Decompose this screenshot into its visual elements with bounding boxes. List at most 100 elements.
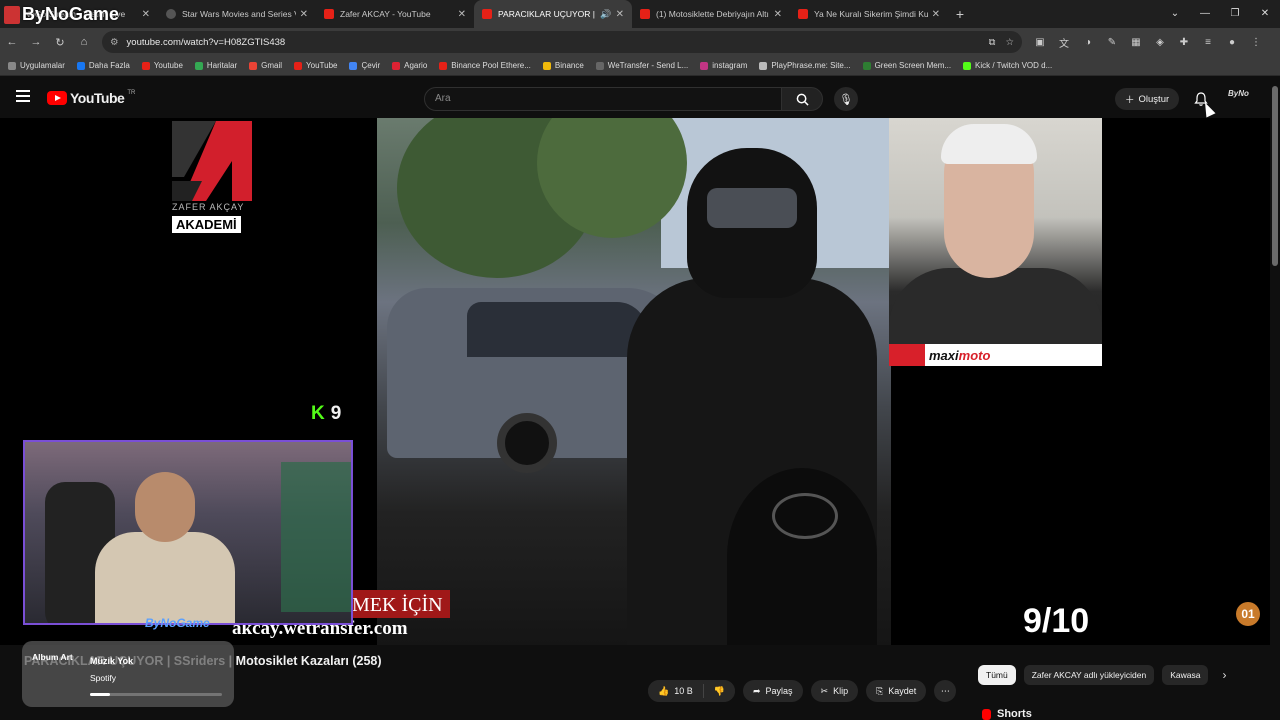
- bookmark-label: Daha Fazla: [88, 61, 130, 70]
- browser-tab[interactable]: Zafer AKCAY - YouTube ✕: [316, 0, 474, 28]
- bookmark-item[interactable]: PlayPhrase.me: Site...: [759, 61, 851, 70]
- clip-button[interactable]: ✂ Klip: [810, 680, 859, 702]
- save-button[interactable]: ⎘ Kaydet: [866, 680, 927, 702]
- tab-search-icon[interactable]: ⌄: [1160, 0, 1190, 28]
- search-button[interactable]: [781, 87, 823, 111]
- channel-watermark[interactable]: 01: [1236, 602, 1260, 626]
- close-window-icon[interactable]: ✕: [1250, 0, 1280, 28]
- track-progress: [90, 693, 222, 696]
- url-field[interactable]: ⚙ youtube.com/watch?v=H08ZGTIS438 ⧉ ☆: [102, 31, 1022, 53]
- more-actions-button[interactable]: ⋯: [934, 680, 957, 702]
- media-icon[interactable]: ≡: [1198, 33, 1218, 51]
- youtube-favicon-icon: [482, 9, 492, 19]
- browser-tab[interactable]: PARACIKLAR UÇUYOR | SSr 🔊 ✕: [474, 0, 632, 28]
- tab-title: PARACIKLAR UÇUYOR | SSr: [498, 9, 596, 19]
- site-info-icon[interactable]: ⚙: [110, 37, 119, 48]
- chevron-right-icon[interactable]: ›: [1216, 668, 1232, 682]
- profile-icon[interactable]: ●: [1222, 33, 1242, 51]
- close-tab-icon[interactable]: ✕: [142, 9, 150, 20]
- bookmark-item[interactable]: Binance: [542, 61, 584, 70]
- scrollbar-thumb[interactable]: [1272, 86, 1278, 266]
- bookmark-favicon-icon: [392, 61, 401, 70]
- save-label: Kaydet: [888, 686, 917, 696]
- kick-count: 9: [330, 403, 342, 424]
- puzzle-icon[interactable]: ✚: [1174, 33, 1194, 51]
- close-tab-icon[interactable]: ✕: [300, 9, 308, 20]
- menu-icon[interactable]: [16, 90, 30, 102]
- url-text: youtube.com/watch?v=H08ZGTIS438: [126, 36, 286, 48]
- bookmark-item[interactable]: WeTransfer - Send L...: [595, 61, 688, 70]
- bookmark-item[interactable]: Uygulamalar: [8, 61, 65, 70]
- bookmark-item[interactable]: Gmail: [249, 61, 282, 70]
- bookmark-item[interactable]: Kick / Twitch VOD d...: [963, 61, 1052, 70]
- search-input[interactable]: Ara: [424, 87, 782, 111]
- install-app-icon[interactable]: ⧉: [989, 37, 996, 48]
- close-tab-icon[interactable]: ✕: [458, 9, 466, 20]
- browser-tab[interactable]: Star Wars Movies and Series Vi ✕: [158, 0, 316, 28]
- page-scrollbar[interactable]: [1270, 76, 1280, 720]
- stream-brand-overlay: ByNoGame: [4, 4, 119, 25]
- kick-viewer-count: K 9: [311, 403, 341, 425]
- translate-icon[interactable]: 文: [1054, 33, 1074, 51]
- filter-chip[interactable]: Tümü: [978, 665, 1016, 685]
- dislike-button[interactable]: 👎: [703, 680, 735, 702]
- music-source: Spotify: [90, 673, 116, 683]
- clip-counter: 9/10: [1023, 602, 1090, 640]
- new-tab-button[interactable]: +: [948, 6, 972, 22]
- extension-icon[interactable]: ◑: [1078, 33, 1098, 51]
- extension-icon[interactable]: ▣: [1030, 33, 1050, 51]
- bookmark-item[interactable]: Daha Fazla: [76, 61, 130, 70]
- bookmark-favicon-icon: [349, 61, 358, 70]
- voice-search-button[interactable]: 🎙: [834, 87, 858, 111]
- reload-icon[interactable]: ↻: [48, 36, 72, 49]
- close-tab-icon[interactable]: ✕: [774, 9, 782, 20]
- share-label: Paylaş: [765, 686, 793, 696]
- bookmark-label: Agario: [404, 61, 428, 70]
- speaker-icon[interactable]: 🔊: [600, 9, 611, 20]
- scissors-icon: ✂: [820, 685, 829, 696]
- za-logo-caption: ZAFER AKÇAY: [172, 202, 245, 212]
- bookmark-item[interactable]: Haritalar: [194, 61, 238, 70]
- create-button[interactable]: ＋ Oluştur: [1115, 88, 1180, 110]
- motorcycle-tank: [727, 468, 877, 645]
- close-tab-icon[interactable]: ✕: [616, 9, 624, 20]
- extension-icon[interactable]: ◈: [1150, 33, 1170, 51]
- like-button[interactable]: 👍 10 B: [648, 680, 703, 702]
- youtube-logo[interactable]: YouTube TR: [47, 90, 135, 106]
- menu-dots-icon[interactable]: ⋮: [1246, 33, 1266, 51]
- account-avatar[interactable]: ByNo: [1228, 89, 1250, 107]
- bookmark-item[interactable]: Green Screen Mem...: [862, 61, 952, 70]
- forward-icon[interactable]: →: [24, 36, 48, 48]
- minimize-icon[interactable]: —: [1190, 0, 1220, 28]
- streamer-head: [135, 472, 195, 542]
- video-player[interactable]: ZAFER AKÇAY AKADEMİ K 9 MEK İÇİN akcay.w…: [0, 118, 1270, 645]
- youtube-favicon-icon: [640, 9, 650, 19]
- maximoto-maxi: maxi: [929, 347, 959, 363]
- pen-icon[interactable]: ✎: [1102, 33, 1122, 51]
- filter-chip[interactable]: Kawasa: [1162, 665, 1209, 685]
- browser-tab[interactable]: (1) Motosiklette Debriyajın Altı ✕: [632, 0, 790, 28]
- maximize-icon[interactable]: ❐: [1220, 0, 1250, 28]
- close-tab-icon[interactable]: ✕: [932, 9, 940, 20]
- filter-chip[interactable]: Zafer AKCAY adlı yükleyiciden: [1023, 665, 1155, 685]
- share-button[interactable]: ➦ Paylaş: [742, 680, 803, 702]
- bookmark-star-icon[interactable]: ☆: [1005, 37, 1014, 48]
- bookmark-item[interactable]: Çevir: [349, 61, 380, 70]
- bookmark-item[interactable]: Agario: [392, 61, 427, 70]
- extension-icon[interactable]: ▦: [1126, 33, 1146, 51]
- bookmark-label: Youtube: [153, 61, 183, 70]
- webcam-name-tag: ByNoGame: [145, 616, 210, 630]
- bookmark-item[interactable]: Youtube: [141, 61, 183, 70]
- bookmark-item[interactable]: YouTube: [294, 61, 337, 70]
- bookmark-favicon-icon: [595, 61, 604, 70]
- thumbs-up-icon: 👍: [658, 685, 670, 696]
- bookmark-favicon-icon: [8, 61, 16, 70]
- bookmark-label: Green Screen Mem...: [874, 61, 952, 70]
- bookmark-item[interactable]: instagram: [700, 61, 747, 70]
- home-icon[interactable]: ⌂: [72, 36, 96, 48]
- streamer: [95, 472, 235, 623]
- browser-tab[interactable]: Ya Ne Kuralı Sikerim Şimdi Kura ✕: [790, 0, 948, 28]
- bookmark-item[interactable]: Binance Pool Ethere...: [439, 61, 531, 70]
- bookmark-label: Haritalar: [206, 61, 238, 70]
- back-icon[interactable]: ←: [0, 36, 24, 48]
